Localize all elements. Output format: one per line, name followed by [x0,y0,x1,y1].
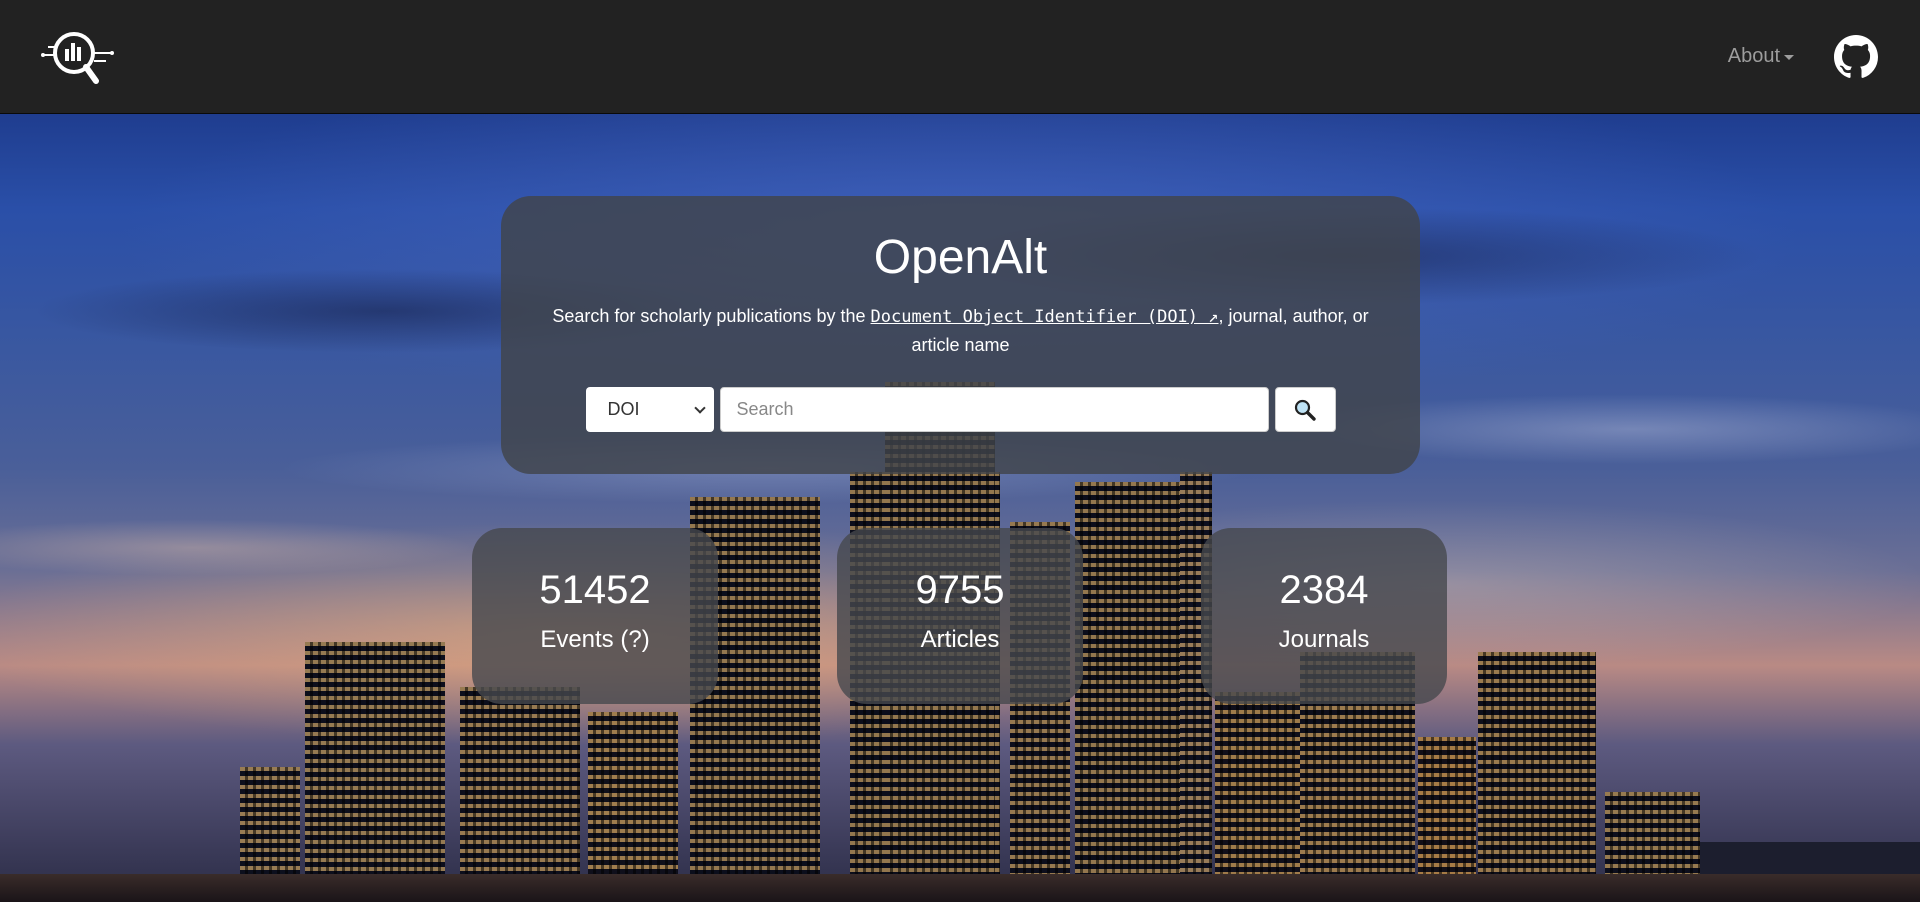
about-label: About [1727,45,1780,67]
stat-card-journals: 2384 Journals [1201,528,1447,704]
subtitle: Search for scholarly publications by the… [531,302,1391,359]
caret-down-icon [1784,55,1794,60]
stat-card-articles: 9755 Articles [837,528,1083,704]
about-dropdown[interactable]: About [1728,45,1794,68]
doi-link[interactable]: Document Object Identifier (DOI) ↗ [871,307,1219,327]
search-card: OpenAlt Search for scholarly publication… [501,196,1420,474]
magnifying-glass-icon [1294,399,1316,421]
search-type-select[interactable]: DOI [585,387,714,432]
search-input[interactable] [719,387,1269,432]
stat-value: 2384 [1279,568,1369,612]
page-title: OpenAlt [873,231,1048,284]
stat-card-events: 51452 Events (?) [472,528,718,704]
chevron-down-icon [693,401,706,414]
magnifier-chart-logo-icon [41,31,114,84]
stat-label: Journals [1278,626,1370,653]
github-icon[interactable] [1834,34,1878,79]
openalt-logo[interactable] [40,27,116,87]
stat-label[interactable]: Events (?) [472,628,718,652]
search-button[interactable] [1274,387,1336,432]
navbar: About [0,0,1920,114]
stat-value: 9755 [915,568,1005,612]
subtitle-prefix: Search for scholarly publications by the [552,306,871,326]
search-row: DOI [501,387,1420,432]
stat-value: 51452 [539,568,651,612]
search-type-value: DOI [607,399,640,419]
nav-right: About [1728,34,1878,79]
stat-label: Articles [920,626,1000,653]
